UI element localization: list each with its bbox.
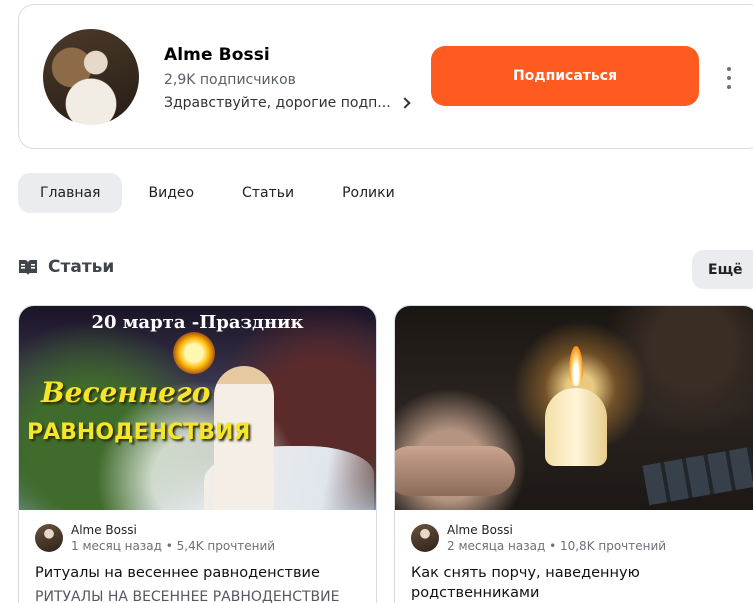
author-avatar[interactable]	[35, 524, 63, 552]
channel-avatar[interactable]	[43, 29, 139, 125]
thumbnail-tarot-cards	[642, 446, 753, 506]
subscribe-button[interactable]: Подписаться	[431, 46, 699, 106]
article-stats: 2 месяца назад • 10,8K прочтений	[447, 539, 667, 553]
thumbnail-title-line1: Весеннего	[41, 376, 211, 409]
article-title[interactable]: Как снять порчу, наведенную родственника…	[411, 563, 742, 603]
tab-shorts[interactable]: Ролики	[320, 173, 417, 213]
author-name[interactable]: Alme Bossi	[71, 522, 275, 538]
article-excerpt: РИТУАЛЫ НА ВЕСЕННЕЕ РАВНОДЕНСТВИЕ	[35, 589, 340, 603]
channel-name[interactable]: Alme Bossi	[164, 45, 270, 65]
channel-description-text: Здравствуйте, дорогие подп...	[164, 95, 391, 111]
thumbnail-hand	[395, 446, 515, 496]
channel-description[interactable]: Здравствуйте, дорогие подп...	[164, 95, 411, 111]
channel-header-card: Alme Bossi 2,9K подписчиков Здравствуйте…	[18, 4, 753, 149]
more-articles-button[interactable]: Ещё	[692, 250, 753, 289]
chevron-right-icon	[398, 97, 411, 109]
thumbnail-title-line2: РАВНОДЕНСТВИЯ	[27, 420, 251, 445]
more-options-icon[interactable]	[719, 65, 739, 91]
article-card[interactable]: 20 марта -Праздник Весеннего РАВНОДЕНСТВ…	[18, 305, 377, 603]
thumbnail-flame	[569, 346, 583, 386]
tab-articles[interactable]: Статьи	[220, 173, 316, 213]
channel-tabs: Главная Видео Статьи Ролики	[18, 173, 421, 213]
thumbnail-sun	[173, 332, 215, 374]
article-meta: Alme Bossi 2 месяца назад • 10,8K прочте…	[411, 522, 666, 554]
article-stats: 1 месяц назад • 5,4K прочтений	[71, 539, 276, 553]
article-meta: Alme Bossi 1 месяц назад • 5,4K прочтени…	[35, 522, 275, 554]
section-title: Статьи	[48, 257, 115, 277]
article-card[interactable]: Alme Bossi 2 месяца назад • 10,8K прочте…	[394, 305, 753, 603]
tab-home[interactable]: Главная	[18, 173, 123, 213]
author-name[interactable]: Alme Bossi	[447, 522, 666, 538]
thumbnail-candle	[545, 388, 607, 466]
tab-video[interactable]: Видео	[126, 173, 216, 213]
book-icon	[18, 258, 38, 276]
article-title[interactable]: Ритуалы на весеннее равноденствие	[35, 563, 360, 583]
article-thumbnail[interactable]: 20 марта -Праздник Весеннего РАВНОДЕНСТВ…	[19, 306, 376, 510]
thumbnail-date-text: 20 марта -Праздник	[91, 312, 304, 333]
articles-section-header: Статьи	[18, 257, 114, 277]
subscriber-count: 2,9K подписчиков	[164, 72, 296, 88]
author-avatar[interactable]	[411, 524, 439, 552]
article-thumbnail[interactable]	[395, 306, 753, 510]
